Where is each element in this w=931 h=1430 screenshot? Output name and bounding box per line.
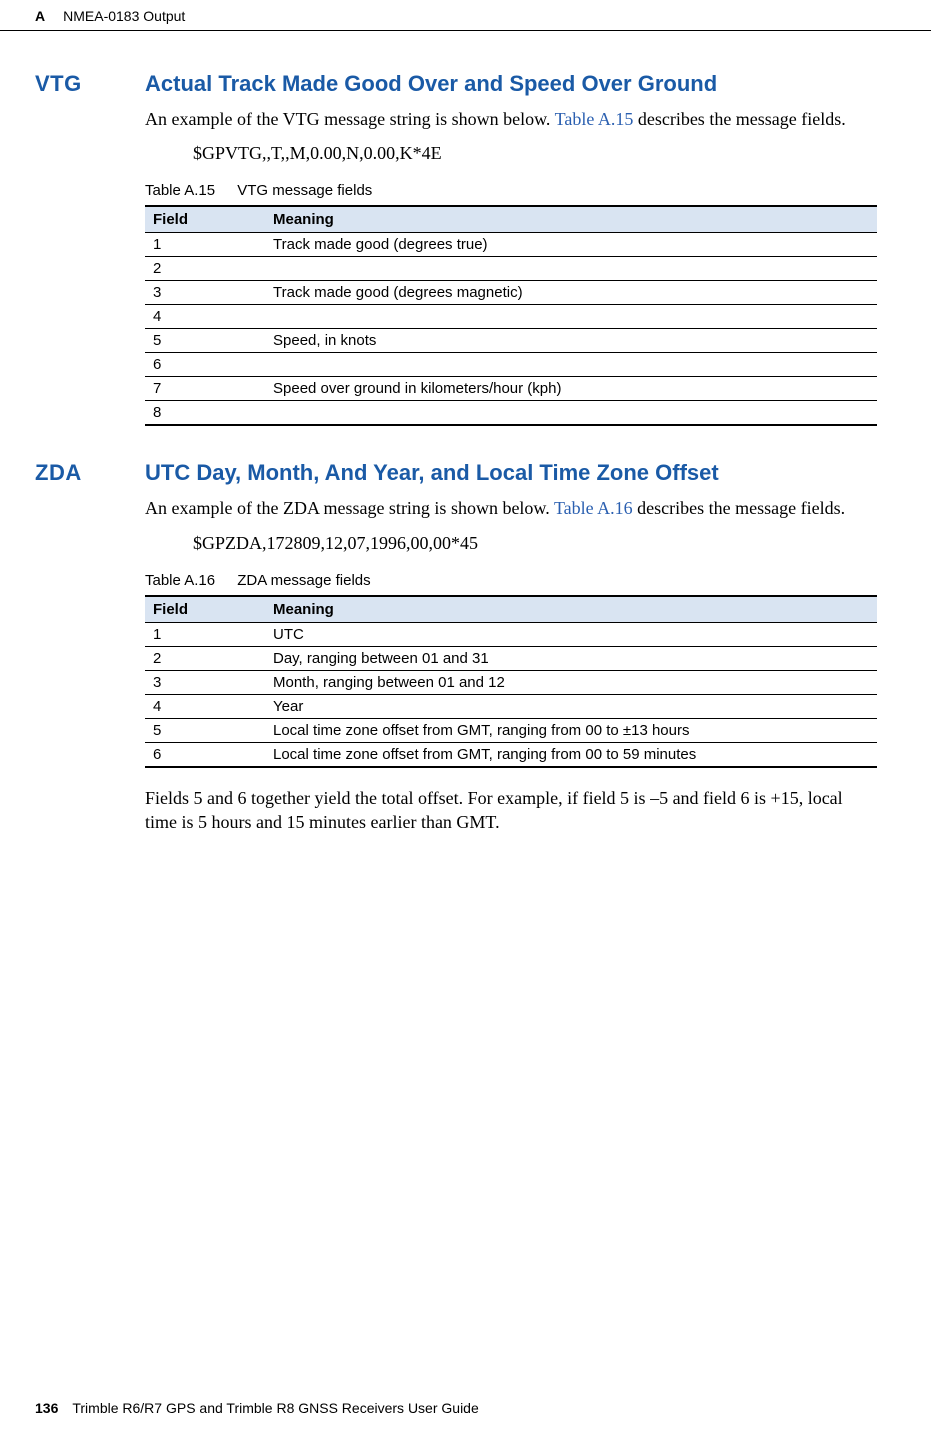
- table-row: 6: [145, 353, 877, 377]
- vtg-table-title: VTG message fields: [237, 182, 372, 199]
- cell-meaning: Speed over ground in kilometers/hour (kp…: [265, 377, 877, 401]
- zda-postscript: Fields 5 and 6 together yield the total …: [145, 786, 877, 835]
- appendix-letter: A: [35, 8, 45, 24]
- table-row: 5Speed, in knots: [145, 329, 877, 353]
- zda-table-title: ZDA message fields: [237, 572, 370, 589]
- zda-example-string: $GPZDA,172809,12,07,1996,00,00*45: [193, 533, 877, 554]
- cell-field: 8: [145, 401, 265, 426]
- cell-field: 1: [145, 233, 265, 257]
- table-row: 2: [145, 257, 877, 281]
- cell-field: 2: [145, 646, 265, 670]
- page-footer: 136 Trimble R6/R7 GPS and Trimble R8 GNS…: [35, 1400, 479, 1416]
- table-row: 5Local time zone offset from GMT, rangin…: [145, 718, 877, 742]
- table-row: 2Day, ranging between 01 and 31: [145, 646, 877, 670]
- book-title: Trimble R6/R7 GPS and Trimble R8 GNSS Re…: [72, 1400, 478, 1416]
- table-row: 3Month, ranging between 01 and 12: [145, 670, 877, 694]
- cell-meaning: Track made good (degrees true): [265, 233, 877, 257]
- section-tag-vtg: VTG: [35, 71, 145, 97]
- cell-field: 5: [145, 329, 265, 353]
- vtg-table-link[interactable]: Table A.15: [555, 109, 634, 129]
- zda-intro-text-before: An example of the ZDA message string is …: [145, 498, 554, 518]
- vtg-col-field: Field: [145, 206, 265, 233]
- zda-intro: An example of the ZDA message string is …: [145, 496, 877, 520]
- vtg-intro: An example of the VTG message string is …: [145, 107, 877, 131]
- cell-meaning: Speed, in knots: [265, 329, 877, 353]
- cell-field: 4: [145, 305, 265, 329]
- cell-meaning: Day, ranging between 01 and 31: [265, 646, 877, 670]
- table-row: 6Local time zone offset from GMT, rangin…: [145, 742, 877, 767]
- page-header: A NMEA-0183 Output: [0, 0, 931, 31]
- zda-table-label: Table A.16: [145, 572, 215, 589]
- zda-table-caption: Table A.16 ZDA message fields: [145, 572, 877, 589]
- appendix-title: NMEA-0183 Output: [63, 8, 185, 24]
- section-title-zda: UTC Day, Month, And Year, and Local Time…: [145, 460, 719, 486]
- table-row: 7Speed over ground in kilometers/hour (k…: [145, 377, 877, 401]
- table-row: 1UTC: [145, 622, 877, 646]
- cell-meaning: [265, 401, 877, 426]
- table-row: 8: [145, 401, 877, 426]
- cell-meaning: Local time zone offset from GMT, ranging…: [265, 718, 877, 742]
- table-row: 3Track made good (degrees magnetic): [145, 281, 877, 305]
- zda-intro-text-after: describes the message fields.: [633, 498, 845, 518]
- zda-col-meaning: Meaning: [265, 596, 877, 623]
- cell-field: 7: [145, 377, 265, 401]
- cell-meaning: Local time zone offset from GMT, ranging…: [265, 742, 877, 767]
- table-row: 1Track made good (degrees true): [145, 233, 877, 257]
- vtg-example-string: $GPVTG,,T,,M,0.00,N,0.00,K*4E: [193, 143, 877, 164]
- page-number: 136: [35, 1400, 58, 1416]
- section-vtg: VTG Actual Track Made Good Over and Spee…: [35, 71, 877, 426]
- cell-field: 3: [145, 670, 265, 694]
- zda-col-field: Field: [145, 596, 265, 623]
- cell-meaning: Year: [265, 694, 877, 718]
- cell-meaning: [265, 353, 877, 377]
- section-title-vtg: Actual Track Made Good Over and Speed Ov…: [145, 71, 717, 97]
- zda-table-link[interactable]: Table A.16: [554, 498, 633, 518]
- cell-meaning: Track made good (degrees magnetic): [265, 281, 877, 305]
- vtg-intro-text-before: An example of the VTG message string is …: [145, 109, 555, 129]
- page-content: VTG Actual Track Made Good Over and Spee…: [0, 31, 931, 834]
- cell-field: 5: [145, 718, 265, 742]
- table-row: 4Year: [145, 694, 877, 718]
- cell-field: 6: [145, 742, 265, 767]
- vtg-table-label: Table A.15: [145, 182, 215, 199]
- cell-meaning: UTC: [265, 622, 877, 646]
- vtg-fields-table: Field Meaning 1Track made good (degrees …: [145, 205, 877, 426]
- vtg-intro-text-after: describes the message fields.: [633, 109, 845, 129]
- cell-field: 3: [145, 281, 265, 305]
- section-tag-zda: ZDA: [35, 460, 145, 486]
- section-zda: ZDA UTC Day, Month, And Year, and Local …: [35, 460, 877, 834]
- cell-meaning: [265, 257, 877, 281]
- cell-field: 1: [145, 622, 265, 646]
- cell-field: 6: [145, 353, 265, 377]
- cell-meaning: Month, ranging between 01 and 12: [265, 670, 877, 694]
- zda-fields-table: Field Meaning 1UTC2Day, ranging between …: [145, 595, 877, 768]
- cell-field: 2: [145, 257, 265, 281]
- table-row: 4: [145, 305, 877, 329]
- vtg-table-caption: Table A.15 VTG message fields: [145, 182, 877, 199]
- vtg-col-meaning: Meaning: [265, 206, 877, 233]
- cell-field: 4: [145, 694, 265, 718]
- cell-meaning: [265, 305, 877, 329]
